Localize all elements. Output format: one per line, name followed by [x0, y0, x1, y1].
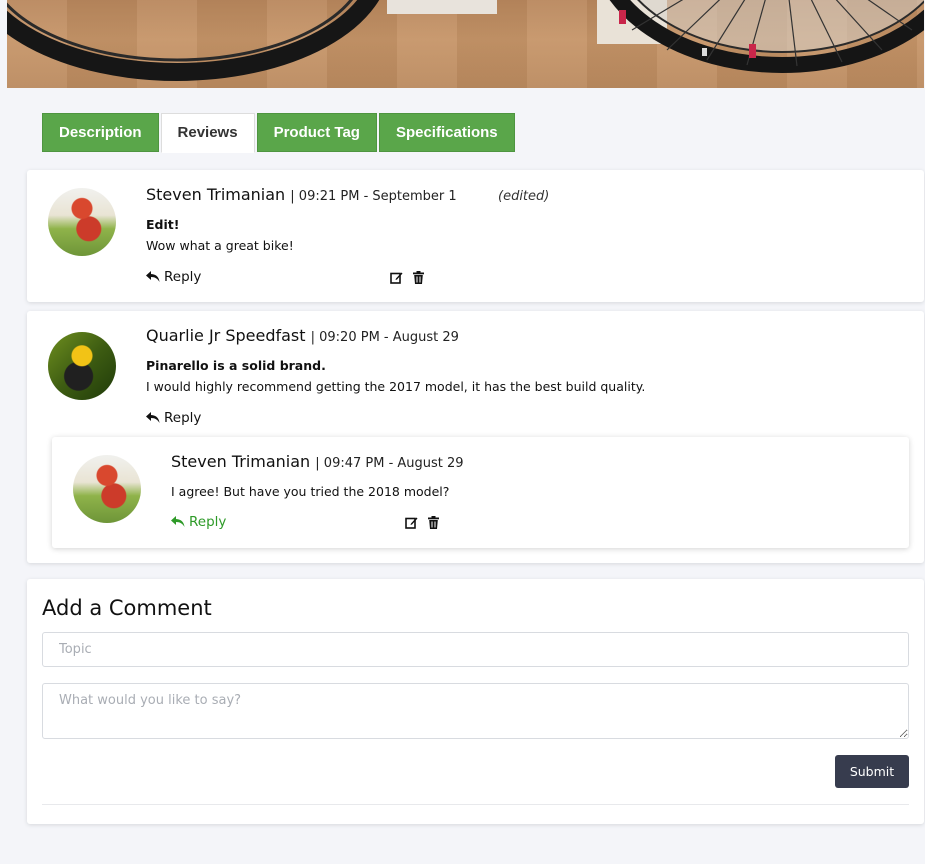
comment-actions	[390, 271, 424, 284]
comment-timestamp: | 09:20 PM - August 29	[310, 330, 459, 345]
product-image	[7, 0, 924, 88]
comment-topic: Edit!	[146, 217, 180, 232]
reply-label: Reply	[189, 514, 227, 530]
reply-button[interactable]: Reply	[171, 514, 226, 530]
edited-label: (edited)	[498, 189, 550, 204]
reply-label: Reply	[164, 269, 202, 285]
comment-text: I would highly recommend getting the 201…	[146, 379, 646, 394]
comment-header: Quarlie Jr Speedfast | 09:20 PM - August…	[146, 326, 459, 345]
message-textarea[interactable]	[42, 683, 909, 739]
tab-product-tag[interactable]: Product Tag	[256, 113, 377, 152]
tab-description[interactable]: Description	[42, 113, 159, 152]
comment-card: Quarlie Jr Speedfast | 09:20 PM - August…	[27, 311, 924, 563]
comment-topic: Pinarello is a solid brand.	[146, 358, 326, 373]
tab-reviews[interactable]: Reviews	[160, 113, 255, 153]
comment-text: I agree! But have you tried the 2018 mod…	[171, 484, 450, 499]
edit-icon[interactable]	[405, 516, 418, 529]
comment-header: Steven Trimanian | 09:47 PM - August 29	[171, 452, 464, 471]
form-title: Add a Comment	[42, 596, 212, 620]
nested-reply-card: Steven Trimanian | 09:47 PM - August 29 …	[52, 437, 909, 548]
comment-author: Steven Trimanian	[146, 185, 286, 204]
reply-button[interactable]: Reply	[146, 269, 201, 285]
avatar	[73, 455, 141, 523]
tab-specifications[interactable]: Specifications	[378, 113, 515, 152]
comment-actions	[405, 516, 439, 529]
comment-author: Quarlie Jr Speedfast	[146, 326, 306, 345]
comment-card: Steven Trimanian | 09:21 PM - September …	[27, 170, 924, 302]
trash-icon[interactable]	[428, 516, 439, 529]
reply-icon	[146, 271, 160, 282]
submit-button[interactable]: Submit	[835, 755, 909, 788]
reply-label: Reply	[164, 410, 202, 426]
bike-wheels-graphic	[7, 0, 924, 81]
edit-icon[interactable]	[390, 271, 403, 284]
comment-timestamp: | 09:47 PM - August 29	[315, 456, 464, 471]
form-divider	[42, 804, 909, 805]
comment-text: Wow what a great bike!	[146, 238, 294, 253]
reply-icon	[146, 412, 160, 423]
comment-header: Steven Trimanian | 09:21 PM - September …	[146, 185, 457, 204]
comment-author: Steven Trimanian	[171, 452, 311, 471]
add-comment-form: Add a Comment Submit	[27, 579, 924, 824]
avatar	[48, 332, 116, 400]
reply-button[interactable]: Reply	[146, 410, 201, 426]
product-tabs: Description Reviews Product Tag Specific…	[42, 113, 517, 153]
trash-icon[interactable]	[413, 271, 424, 284]
reply-icon	[171, 516, 185, 527]
topic-input[interactable]	[42, 632, 909, 667]
comment-timestamp: | 09:21 PM - September 1	[290, 189, 457, 204]
avatar	[48, 188, 116, 256]
